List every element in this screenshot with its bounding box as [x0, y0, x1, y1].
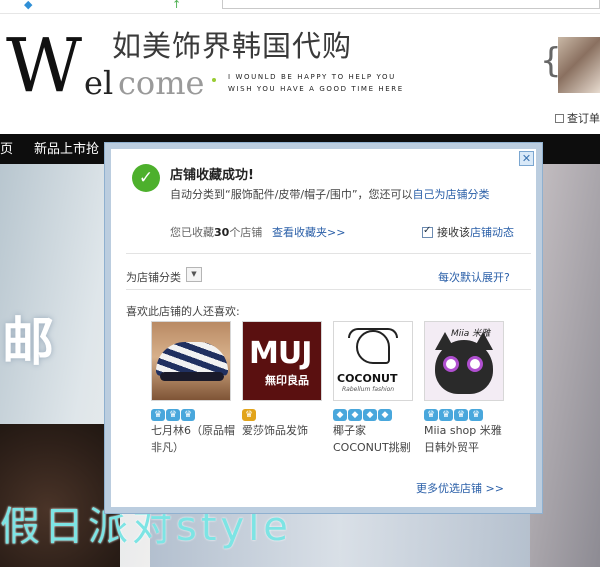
logo-chinese-title: 如美饰界韩国代购	[112, 29, 353, 63]
logo-dot	[212, 78, 216, 82]
category-label: 为店铺分类	[126, 271, 181, 284]
recommended-shop[interactable]: Miia 米雅 ♛ ♛ ♛ ♛ Miia shop 米雅日韩外贸平	[424, 321, 506, 456]
shop-thumbnail[interactable]: COCONUT Rabellum fashion	[333, 321, 413, 401]
recommended-shop[interactable]: ♛ ♛ ♛ 七月林6（原品帽非凡）	[151, 321, 235, 456]
close-icon[interactable]: ✕	[519, 151, 534, 166]
shop-rating: ♛ ♛ ♛ ♛	[424, 406, 506, 421]
category-dropdown[interactable]: ▼	[186, 267, 202, 282]
coconut-logo-text: COCONUT	[337, 372, 398, 385]
fav-count-suffix: 个店铺	[229, 226, 263, 239]
crown-icon: ♛	[454, 409, 468, 421]
diamond-icon: ◆	[333, 409, 347, 421]
shop-name[interactable]: 七月林6（原品帽非凡）	[151, 422, 235, 456]
subscribe-shop-updates[interactable]: 接收该店铺动态	[422, 224, 514, 240]
shop-thumbnail[interactable]: Miia 米雅	[424, 321, 504, 401]
order-lookup-label: 查订单	[567, 112, 600, 125]
logo-letter-w: W	[6, 23, 82, 109]
coconut-logo-subtext: Rabellum fashion	[342, 386, 395, 393]
favorite-success-dialog: ✕ ✓ 店铺收藏成功! 自动分类到“服饰配件/皮带/帽子/围巾”，您还可以自己为…	[105, 143, 542, 513]
auto-category-prefix: 自动分类到“服饰配件/皮带/帽子/围巾”，您还可以	[170, 188, 413, 201]
face-sketch	[356, 330, 390, 364]
recommended-shop[interactable]: MUJ 無印良品 ♛ 爱莎饰品发饰	[242, 321, 324, 456]
logo-tagline-1: I WOUNLD BE HAPPY TO HELP YOU	[228, 73, 396, 81]
success-title: 店铺收藏成功!	[170, 168, 254, 183]
order-lookup-link[interactable]: 查订单	[555, 110, 600, 126]
arrow-icon: ↑	[172, 0, 182, 11]
muji-logo-subtext: 無印良品	[265, 374, 309, 387]
shop-name[interactable]: 爱莎饰品发饰	[242, 422, 326, 456]
order-icon	[555, 114, 564, 123]
crown-icon: ♛	[181, 409, 195, 421]
shop-rating: ♛	[242, 406, 324, 421]
crown-icon: ♛	[469, 409, 483, 421]
shop-thumbnail[interactable]: MUJ 無印良品	[242, 321, 322, 401]
diamond-icon: ◆	[378, 409, 392, 421]
shop-header: W el come 如美饰界韩国代购 I WOUNLD BE HAPPY TO …	[0, 15, 600, 133]
more-shops-link[interactable]: 更多优选店铺 >>	[416, 480, 504, 496]
diamond-icon: ◆	[363, 409, 377, 421]
muji-logo-text: MUJ	[249, 336, 312, 371]
diamond-icon: ◆	[348, 409, 362, 421]
logo-tagline-2: WISH YOU HAVE A GOOD TIME HERE	[228, 85, 404, 93]
view-favorites-link[interactable]: 查看收藏夹>>	[272, 224, 345, 240]
check-icon: ✓	[132, 164, 160, 192]
subscribe-label: 接收该	[437, 226, 470, 239]
diamond-icon: ◆	[24, 0, 33, 11]
fav-count-number: 30	[214, 226, 230, 239]
hat-brim	[160, 372, 224, 381]
banner-overlay-char: 邮	[2, 313, 55, 373]
divider	[126, 289, 531, 290]
crown-icon: ♛	[242, 409, 256, 421]
top-strip: ◆ ↑	[0, 0, 600, 14]
divider	[126, 253, 531, 254]
top-search-box[interactable]	[222, 0, 600, 9]
logo-text-come: come	[118, 64, 205, 102]
nav-item-new-arrivals[interactable]: 新品上市抢	[34, 142, 99, 157]
shop-rating: ◆ ◆ ◆ ◆	[333, 406, 415, 421]
subscribe-checkbox[interactable]	[422, 225, 433, 238]
fav-count-prefix: 您已收藏	[170, 226, 214, 239]
logo-text-el: el	[84, 64, 114, 102]
shop-updates-link[interactable]: 店铺动态	[470, 226, 514, 239]
crown-icon: ♛	[166, 409, 180, 421]
nav-item-home[interactable]: 页	[0, 142, 13, 157]
cat-eye	[467, 356, 483, 372]
shop-thumbnail[interactable]	[151, 321, 231, 401]
crown-icon: ♛	[151, 409, 165, 421]
recommended-shop[interactable]: COCONUT Rabellum fashion ◆ ◆ ◆ ◆ 椰子家COCONUT…	[333, 321, 415, 456]
shop-name[interactable]: 椰子家COCONUT挑剔的艾瑞克	[333, 422, 417, 456]
shop-rating: ♛ ♛ ♛	[151, 406, 233, 421]
crown-icon: ♛	[439, 409, 453, 421]
shop-name[interactable]: Miia shop 米雅日韩外贸平	[424, 422, 508, 456]
favorite-count: 您已收藏30个店铺	[170, 224, 262, 240]
custom-category-link[interactable]: 自己为店铺分类	[413, 188, 490, 201]
cat-eye	[443, 356, 459, 372]
hat-image	[156, 342, 228, 376]
crown-icon: ♛	[424, 409, 438, 421]
shop-owner-avatar	[558, 37, 600, 93]
default-expand-link[interactable]: 每次默认展开?	[438, 269, 510, 285]
also-like-label: 喜欢此店铺的人还喜欢:	[126, 305, 240, 318]
auto-category-text: 自动分类到“服饰配件/皮带/帽子/围巾”，您还可以自己为店铺分类	[170, 185, 520, 204]
